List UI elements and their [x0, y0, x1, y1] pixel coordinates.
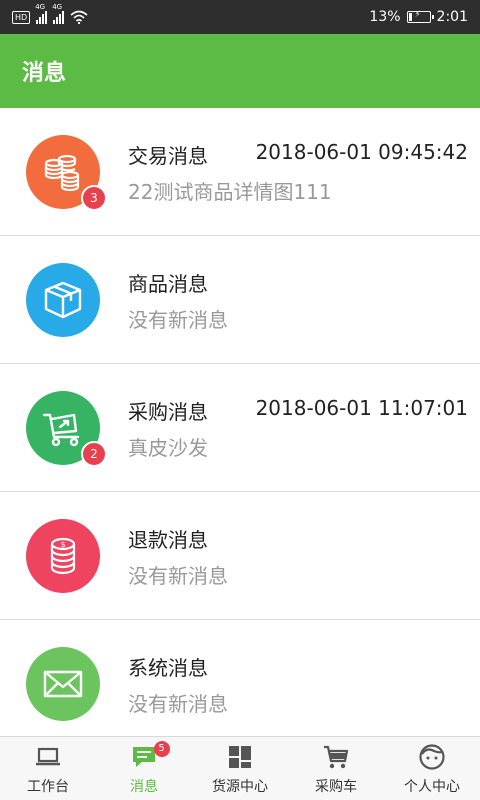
coins-icon: [44, 154, 80, 192]
cart-icon: [42, 413, 80, 447]
message-title: 退款消息: [128, 528, 208, 552]
status-bar: HD 4G 4G 13% ⚡ 2:01: [0, 0, 480, 34]
tab-supply-center[interactable]: 货源中心: [192, 737, 288, 800]
status-left: HD 4G 4G: [12, 3, 88, 24]
message-title: 系统消息: [128, 656, 208, 680]
bottom-tab-bar: 工作台 5 消息 货源中心 采购车 个人中心: [0, 736, 480, 800]
refund-icon-circle: $: [26, 519, 100, 593]
signal-icon: 4G: [52, 3, 65, 24]
app-header: 消息: [0, 34, 480, 108]
tab-label: 货源中心: [212, 779, 268, 795]
unread-badge: 2: [81, 441, 107, 467]
message-title: 交易消息: [128, 144, 208, 168]
tab-purchase-cart[interactable]: 采购车: [288, 737, 384, 800]
status-right: 13% ⚡ 2:01: [369, 9, 468, 25]
message-item-refund[interactable]: $ 退款消息 没有新消息: [0, 492, 480, 620]
svg-text:$: $: [60, 540, 65, 549]
tab-label: 采购车: [315, 779, 357, 795]
message-subtitle: 22测试商品详情图111: [128, 180, 332, 204]
trade-icon-circle: 3: [26, 135, 107, 211]
hd-indicator: HD: [12, 10, 31, 24]
network-type-label: 4G: [35, 3, 46, 11]
battery-percent: 13%: [369, 9, 401, 25]
tab-workbench[interactable]: 工作台: [0, 737, 96, 800]
cart-icon: [324, 745, 349, 769]
unread-badge: 3: [81, 185, 107, 211]
battery-icon: ⚡: [406, 10, 434, 23]
box-icon: [44, 281, 82, 319]
charging-icon: ⚡: [414, 10, 421, 20]
tab-label: 工作台: [27, 779, 69, 795]
message-subtitle: 真皮沙发: [128, 436, 208, 460]
refund-coins-icon: $: [50, 537, 76, 575]
message-subtitle: 没有新消息: [128, 564, 228, 588]
message-item-purchase[interactable]: 2 采购消息 2018-06-01 11:07:01 真皮沙发: [0, 364, 480, 492]
laptop-icon: [36, 747, 60, 766]
message-item-system[interactable]: 系统消息 没有新消息: [0, 620, 480, 736]
message-item-trade[interactable]: 3 交易消息 2018-06-01 09:45:42 22测试商品详情图111: [0, 108, 480, 236]
network-type-label: 4G: [52, 3, 63, 11]
tab-label: 个人中心: [404, 779, 460, 795]
message-item-product[interactable]: 商品消息 没有新消息: [0, 236, 480, 364]
face-icon: [419, 744, 445, 770]
product-icon-circle: [26, 263, 100, 337]
tab-unread-badge: 5: [153, 741, 170, 757]
message-title: 商品消息: [128, 272, 208, 296]
message-time: 2018-06-01 09:45:42: [255, 140, 468, 164]
clock: 2:01: [436, 9, 468, 25]
signal-icon: 4G: [35, 3, 48, 24]
page-title: 消息: [22, 61, 67, 86]
message-time: 2018-06-01 11:07:01: [255, 396, 468, 420]
purchase-icon-circle: 2: [26, 391, 107, 467]
tab-messages[interactable]: 5 消息: [96, 737, 192, 800]
wifi-icon: [70, 10, 88, 24]
message-list: 3 交易消息 2018-06-01 09:45:42 22测试商品详情图111 …: [0, 108, 480, 736]
tab-label: 消息: [130, 779, 158, 795]
grid-icon: [229, 746, 251, 768]
message-title: 采购消息: [128, 400, 208, 424]
system-icon-circle: [26, 647, 100, 721]
tab-profile[interactable]: 个人中心: [384, 737, 480, 800]
message-subtitle: 没有新消息: [128, 692, 228, 716]
message-subtitle: 没有新消息: [128, 308, 228, 332]
envelope-icon: [43, 670, 83, 698]
battery-fill: [408, 13, 412, 21]
